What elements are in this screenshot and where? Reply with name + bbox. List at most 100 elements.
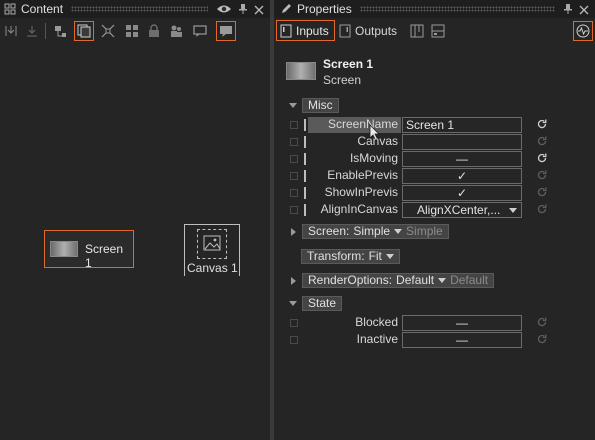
prop-value-input[interactable]: Screen 1 xyxy=(402,117,522,133)
lock-icon[interactable] xyxy=(144,21,164,41)
prop-checkbox[interactable] xyxy=(290,189,298,197)
screen-node[interactable]: Screen 1 xyxy=(44,230,134,270)
inputs-icon xyxy=(280,24,292,38)
prop-value-toggle[interactable]: — xyxy=(402,332,522,348)
prop-value-checkbox[interactable]: ✓ xyxy=(402,185,522,201)
group-transform[interactable]: Transform: Fit xyxy=(301,249,400,264)
collapse-arrow-icon[interactable] xyxy=(289,103,297,108)
group-transform-chip[interactable]: Transform: Fit xyxy=(301,249,400,264)
object-name: Screen 1 xyxy=(323,57,374,71)
prop-checkbox[interactable] xyxy=(290,319,298,327)
prop-name: Blocked xyxy=(355,315,398,329)
group-transform-label: Transform: xyxy=(307,249,365,263)
reset-icon[interactable] xyxy=(536,333,548,345)
monitor-icon[interactable] xyxy=(573,21,593,41)
users-icon[interactable] xyxy=(166,21,186,41)
prop-indicator xyxy=(304,153,306,165)
comment-icon[interactable] xyxy=(190,21,210,41)
columns-icon[interactable] xyxy=(407,21,427,41)
canvas-node[interactable]: Canvas 1 xyxy=(184,224,240,276)
prop-name: Canvas xyxy=(357,134,398,148)
prop-checkbox[interactable] xyxy=(290,172,298,180)
layout-icon[interactable] xyxy=(428,21,448,41)
object-type: Screen xyxy=(323,73,362,87)
prop-row-inactive: Inactive — xyxy=(286,332,586,349)
group-screen-hint: Simple xyxy=(406,224,443,238)
prop-row-blocked: Blocked — xyxy=(286,315,586,332)
prop-value-toggle[interactable]: — xyxy=(402,151,522,167)
pin-icon[interactable] xyxy=(563,3,573,15)
canvas-node-label: Canvas 1 xyxy=(187,261,238,275)
group-screen[interactable]: Screen: Simple Simple xyxy=(291,224,449,239)
prop-value-dropdown[interactable]: AlignXCenter,... xyxy=(402,202,522,218)
import-icon[interactable] xyxy=(1,21,21,41)
prop-checkbox[interactable] xyxy=(290,336,298,344)
outputs-icon xyxy=(339,24,351,38)
grid-layout-icon[interactable] xyxy=(122,21,142,41)
prop-value-checkbox[interactable]: ✓ xyxy=(402,168,522,184)
grid-icon xyxy=(4,3,16,15)
group-render-options-chip[interactable]: RenderOptions: Default Default xyxy=(302,273,495,288)
tab-outputs-label: Outputs xyxy=(355,23,398,38)
group-misc[interactable]: Misc xyxy=(289,98,339,113)
prop-checkbox[interactable] xyxy=(290,138,298,146)
group-render-options-hint: Default xyxy=(450,273,489,287)
reset-icon[interactable] xyxy=(536,135,548,147)
prop-row-aligyincanvas: AlignInCanvas AlignXCenter,... xyxy=(286,202,586,219)
chevron-down-icon xyxy=(438,278,447,283)
prop-indicator xyxy=(304,187,306,199)
panel-grip[interactable] xyxy=(359,6,555,12)
group-state[interactable]: State xyxy=(289,296,343,311)
group-render-options-label: RenderOptions: xyxy=(308,273,393,287)
reset-icon[interactable] xyxy=(536,152,548,164)
pencil-icon xyxy=(280,3,292,15)
prop-name: ShowInPrevis xyxy=(324,185,398,199)
group-screen-chip[interactable]: Screen: Simple Simple xyxy=(302,224,449,239)
properties-panel-titlebar: Properties xyxy=(274,0,595,18)
group-state-label: State xyxy=(302,296,343,311)
close-icon[interactable] xyxy=(579,4,589,15)
prop-value-input[interactable] xyxy=(402,134,522,150)
hierarchy-icon[interactable] xyxy=(50,21,70,41)
panel-grip[interactable] xyxy=(71,6,208,12)
close-icon[interactable] xyxy=(254,4,264,15)
eye-icon[interactable] xyxy=(216,3,232,15)
prop-row-ismoving: IsMoving — xyxy=(286,151,586,168)
reset-icon[interactable] xyxy=(536,316,548,328)
prop-value-toggle[interactable]: — xyxy=(402,315,522,331)
expand-arrow-icon[interactable] xyxy=(291,227,296,236)
prop-row-canvas: Canvas xyxy=(286,134,586,151)
group-render-options[interactable]: RenderOptions: Default Default xyxy=(291,273,495,288)
tab-inputs-label: Inputs xyxy=(296,23,329,38)
tab-outputs[interactable]: Outputs xyxy=(337,20,403,41)
chevron-down-icon xyxy=(385,254,394,259)
prop-checkbox[interactable] xyxy=(290,121,298,129)
fit-view-icon[interactable] xyxy=(98,21,118,41)
annotation-icon[interactable] xyxy=(216,21,236,41)
prop-row-screenname: ScreenName Screen 1 xyxy=(286,117,586,134)
prop-checkbox[interactable] xyxy=(290,155,298,163)
prop-name: IsMoving xyxy=(349,151,398,165)
layers-icon[interactable] xyxy=(74,21,94,41)
expand-arrow-icon[interactable] xyxy=(291,276,296,285)
tab-inputs[interactable]: Inputs xyxy=(276,20,335,41)
screen-thumbnail-icon xyxy=(50,241,78,257)
image-icon xyxy=(197,229,227,259)
canvas-node-corner xyxy=(184,224,240,226)
toolbar-separator xyxy=(45,23,46,39)
download-icon[interactable] xyxy=(22,21,42,41)
group-screen-label: Screen: xyxy=(308,224,350,238)
reset-icon[interactable] xyxy=(536,169,548,181)
prop-checkbox[interactable] xyxy=(290,206,298,214)
collapse-arrow-icon[interactable] xyxy=(289,301,297,306)
reset-icon[interactable] xyxy=(536,186,548,198)
screen-node-label: Screen 1 xyxy=(85,242,124,270)
prop-indicator xyxy=(304,136,306,148)
group-transform-value: Fit xyxy=(368,249,382,263)
group-render-options-value: Default xyxy=(396,273,435,287)
reset-icon[interactable] xyxy=(536,203,548,215)
prop-row-enableprevis: EnablePrevis ✓ xyxy=(286,168,586,185)
reset-icon[interactable] xyxy=(536,118,548,130)
content-panel-title: Content xyxy=(21,2,64,16)
pin-icon[interactable] xyxy=(238,3,248,15)
